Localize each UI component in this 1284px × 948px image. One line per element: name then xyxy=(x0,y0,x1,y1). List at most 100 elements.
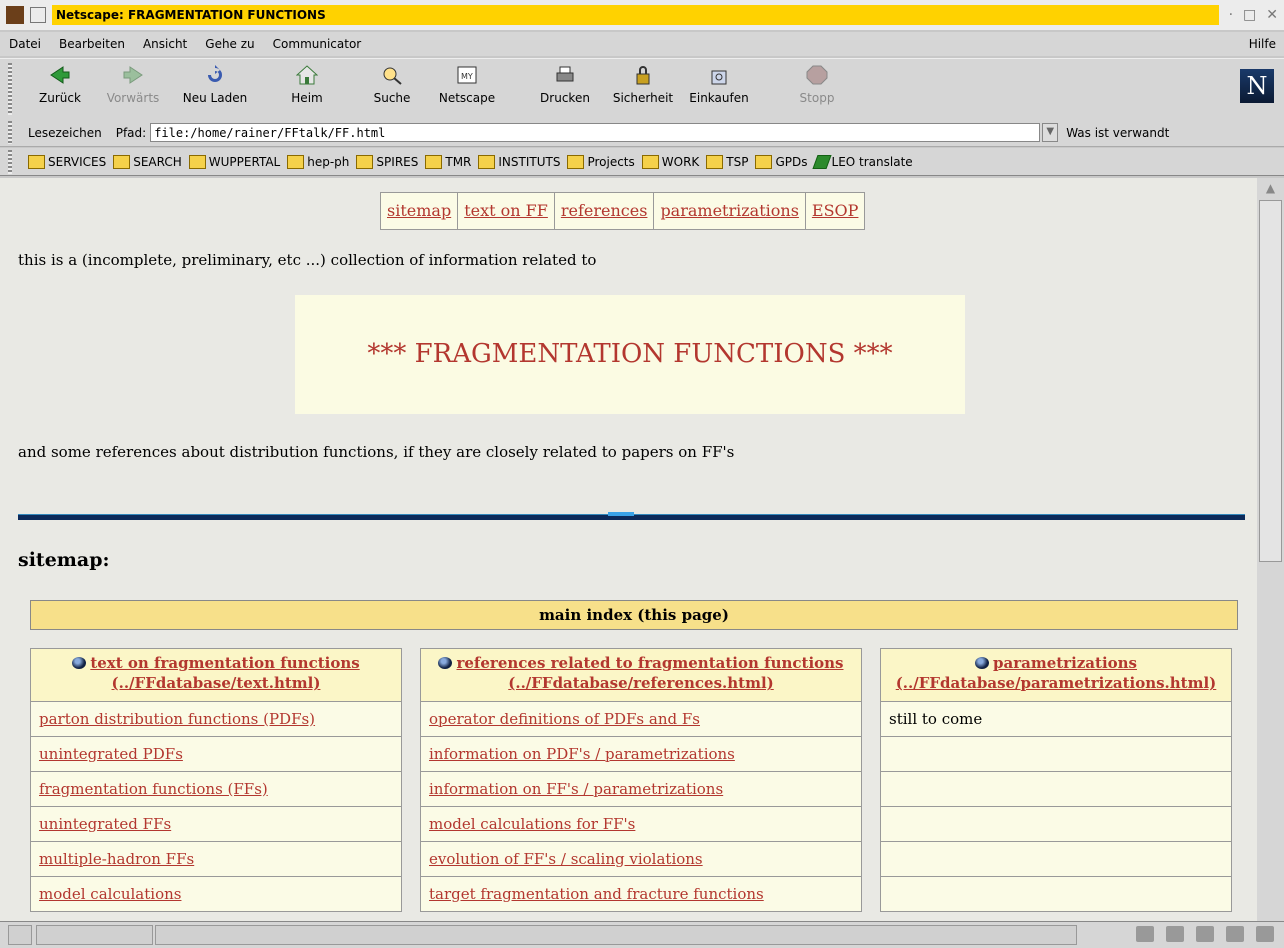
svg-text:MY: MY xyxy=(461,72,473,81)
main-index-header: main index (this page) xyxy=(30,600,1238,630)
close-button[interactable]: ✕ xyxy=(1266,7,1278,23)
print-button[interactable]: Drucken xyxy=(530,65,600,105)
forward-button[interactable]: Vorwärts xyxy=(98,65,168,105)
reload-icon xyxy=(208,65,222,82)
bookmark-projects[interactable]: Projects xyxy=(567,154,635,169)
navigator-icon[interactable] xyxy=(1136,926,1154,942)
locbar-grip[interactable] xyxy=(8,121,12,144)
bookmark-instituts[interactable]: INSTITUTS xyxy=(478,154,560,169)
bookmark-tsp[interactable]: TSP xyxy=(706,154,748,169)
nav-parametrizations-link[interactable]: parametrizations xyxy=(654,193,806,229)
list-item xyxy=(880,807,1232,842)
nav-esop-link[interactable]: ESOP xyxy=(806,193,865,229)
pin-icon[interactable] xyxy=(30,7,46,23)
security-button[interactable]: Sicherheit xyxy=(608,65,678,105)
nav-references-link[interactable]: references xyxy=(555,193,655,229)
bookmark-spires[interactable]: SPIRES xyxy=(356,154,418,169)
toolbar-grip[interactable] xyxy=(8,63,12,115)
bookmark-work[interactable]: WORK xyxy=(641,154,699,169)
reload-button[interactable]: Neu Laden xyxy=(180,65,250,105)
divider xyxy=(18,512,1245,520)
folder-icon xyxy=(706,154,724,169)
path-label: Pfad: xyxy=(115,125,147,140)
menu-bearbeiten[interactable]: Bearbeiten xyxy=(50,37,134,51)
folder-icon xyxy=(425,154,443,169)
column-header-link[interactable]: text on fragmentation functions (../FFdat… xyxy=(30,648,402,702)
bookmarks-grip[interactable] xyxy=(8,150,12,174)
back-arrow-icon xyxy=(50,66,70,84)
menu-ansicht[interactable]: Ansicht xyxy=(134,37,196,51)
list-item-link[interactable]: information on PDF's / parametrizations xyxy=(420,737,862,772)
list-item-link[interactable]: information on FF's / parametrizations xyxy=(420,772,862,807)
bookmark-hep-ph[interactable]: hep-ph xyxy=(287,154,349,169)
bookmarks-button[interactable]: Lesezeichen xyxy=(28,126,102,140)
list-item-link[interactable]: parton distribution functions (PDFs) xyxy=(30,702,402,737)
maximize-button[interactable]: □ xyxy=(1243,7,1256,23)
edit-icon[interactable] xyxy=(1256,926,1274,942)
list-item xyxy=(880,772,1232,807)
padlock-icon xyxy=(636,66,650,85)
url-dropdown-icon[interactable]: ▼ xyxy=(1042,123,1059,142)
menu-gehe-zu[interactable]: Gehe zu xyxy=(196,37,263,51)
column-header-link[interactable]: parametrizations (../FFdatabase/parametri… xyxy=(880,648,1232,702)
window-titlebar: Netscape: FRAGMENTATION FUNCTIONS · □ ✕ xyxy=(0,0,1284,30)
app-icon[interactable] xyxy=(6,6,24,24)
bookmark-wuppertal[interactable]: WUPPERTAL xyxy=(188,154,280,169)
status-message xyxy=(155,925,1077,945)
stop-button[interactable]: Stopp xyxy=(782,65,852,105)
nav-sitemap-link[interactable]: sitemap xyxy=(381,193,459,229)
nav-text-link[interactable]: text on FF xyxy=(458,193,555,229)
url-input[interactable] xyxy=(150,123,1041,142)
related-button[interactable]: Was ist verwandt xyxy=(1066,126,1169,140)
column-parametrizations: parametrizations (../FFdatabase/parametri… xyxy=(880,648,1232,912)
shopping-bag-icon xyxy=(711,70,727,85)
sitemap-heading: sitemap: xyxy=(18,549,110,571)
vertical-scrollbar[interactable]: ▲ xyxy=(1257,178,1284,921)
list-item-link[interactable]: fragmentation functions (FFs) xyxy=(30,772,402,807)
page-nav: sitemap text on FF references parametriz… xyxy=(380,192,866,230)
list-item: still to come xyxy=(880,702,1232,737)
newsgroups-icon[interactable] xyxy=(1196,926,1214,942)
list-item-link[interactable]: model calculations for FF's xyxy=(420,807,862,842)
menu-datei[interactable]: Datei xyxy=(0,37,50,51)
list-item-link[interactable]: evolution of FF's / scaling violations xyxy=(420,842,862,877)
mail-icon[interactable] xyxy=(1166,926,1184,942)
back-button[interactable]: Zurück xyxy=(25,65,95,105)
minimize-button[interactable]: · xyxy=(1229,7,1233,23)
bookmark-tmr[interactable]: TMR xyxy=(425,154,471,169)
list-item-link[interactable]: model calculations xyxy=(30,877,402,912)
bookmark-search[interactable]: SEARCH xyxy=(113,154,182,169)
home-button[interactable]: Heim xyxy=(272,65,342,105)
scroll-thumb[interactable] xyxy=(1259,200,1282,562)
column-header-link[interactable]: references related to fragmentation func… xyxy=(420,648,862,702)
list-item xyxy=(880,877,1232,912)
folder-icon xyxy=(113,154,131,169)
forward-arrow-icon xyxy=(123,66,143,84)
netscape-button[interactable]: MY Netscape xyxy=(432,65,502,105)
intro-text: this is a (incomplete, preliminary, etc … xyxy=(18,251,597,269)
scroll-up-icon[interactable]: ▲ xyxy=(1257,178,1284,198)
outro-text: and some references about distribution f… xyxy=(18,443,735,461)
list-item-link[interactable]: operator definitions of PDFs and Fs xyxy=(420,702,862,737)
list-item-link[interactable]: multiple-hadron FFs xyxy=(30,842,402,877)
netscape-logo[interactable]: N xyxy=(1240,69,1274,103)
list-item-link[interactable]: unintegrated PDFs xyxy=(30,737,402,772)
search-button[interactable]: Suche xyxy=(357,65,427,105)
folder-icon xyxy=(567,154,585,169)
bookmark-leo[interactable]: LEO translate xyxy=(811,154,913,169)
list-item-link[interactable]: target fragmentation and fracture functi… xyxy=(420,877,862,912)
composer-icon[interactable] xyxy=(1226,926,1244,942)
shop-button[interactable]: Einkaufen xyxy=(684,65,754,105)
status-bar xyxy=(0,921,1284,948)
menu-bar: Datei Bearbeiten Ansicht Gehe zu Communi… xyxy=(0,32,1284,56)
menu-hilfe[interactable]: Hilfe xyxy=(1240,37,1284,51)
bookmark-services[interactable]: SERVICES xyxy=(28,154,106,169)
bookmark-gpds[interactable]: GPDs xyxy=(755,154,808,169)
list-item-link[interactable]: unintegrated FFs xyxy=(30,807,402,842)
menu-communicator[interactable]: Communicator xyxy=(264,37,371,51)
folder-icon xyxy=(755,154,773,169)
bullet-icon xyxy=(72,657,87,669)
leo-icon xyxy=(811,154,832,169)
security-status-icon[interactable] xyxy=(8,925,32,945)
list-item xyxy=(880,737,1232,772)
